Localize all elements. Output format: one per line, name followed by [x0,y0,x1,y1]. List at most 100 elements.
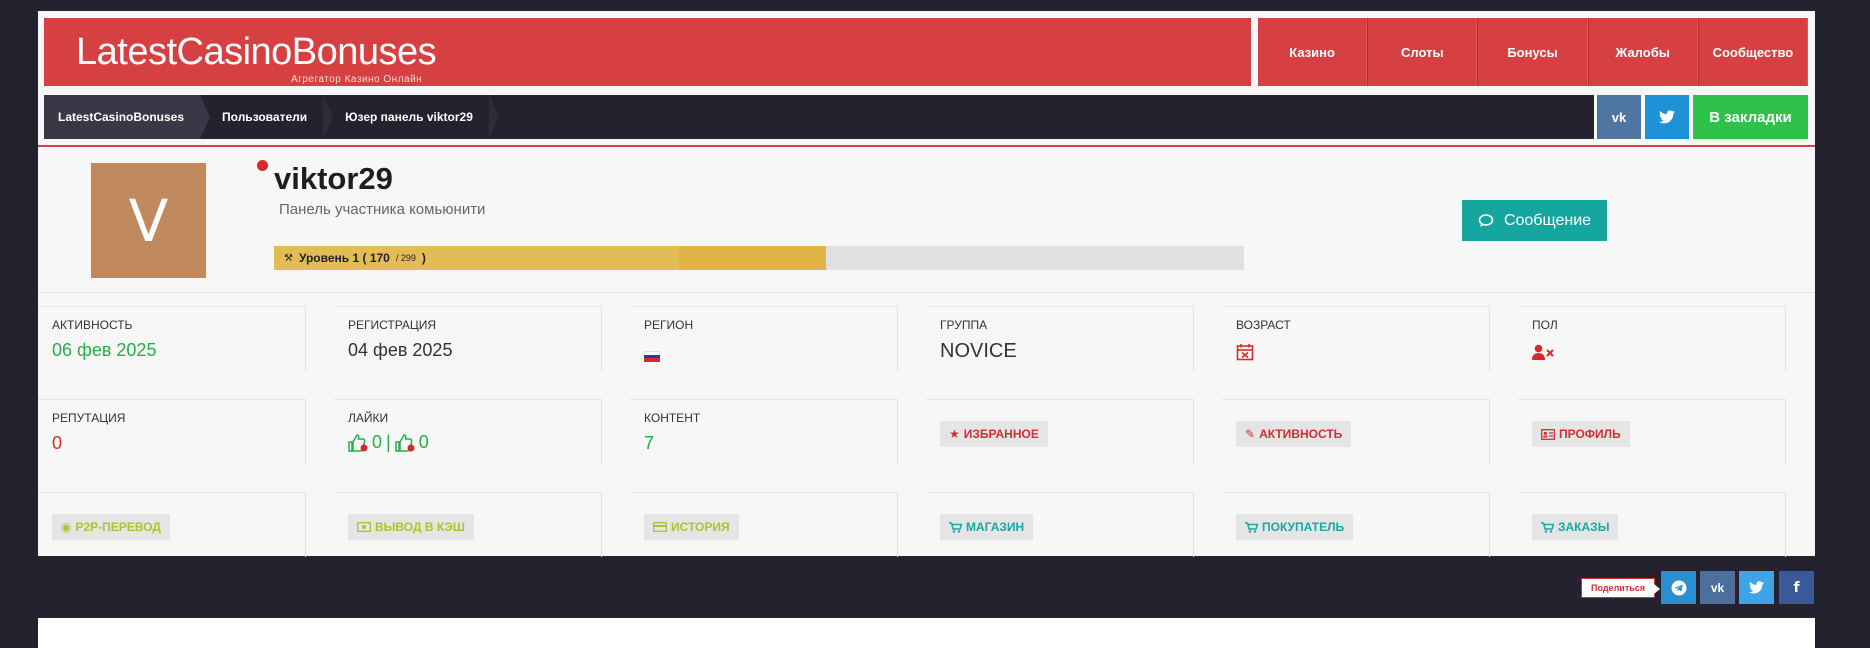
stat-registration-label: РЕГИСТРАЦИЯ [348,318,437,332]
vk-icon: vk [1710,580,1725,595]
content-area [38,618,1815,648]
star-icon: ★ [949,427,960,441]
stat-group-label: ГРУППА [940,318,988,332]
cell-cashout: ВЫВОД В КЭШ [334,492,602,557]
nav-bonuses[interactable]: Бонусы [1477,18,1588,86]
credit-card-icon [653,522,667,532]
username: viktor29 [274,161,393,196]
stat-reputation-value: 0 [52,433,63,453]
logo-banner[interactable]: LatestCasinoBonuses Агрегатор Казино Онл… [44,18,1251,86]
cell-history: ИСТОРИЯ [630,492,898,557]
profile-label: ПРОФИЛЬ [1559,427,1621,441]
stat-reputation: РЕПУТАЦИЯ 0 [38,399,306,464]
share-twitter-button[interactable] [1739,571,1774,604]
buyer-label: ПОКУПАТЕЛЬ [1262,520,1345,534]
stat-likes-label: ЛАЙКИ [348,411,389,425]
stat-activity-label: АКТИВНОСТЬ [52,318,133,332]
chat-icon [1478,213,1494,227]
cell-buyer: ПОКУПАТЕЛЬ [1222,492,1490,557]
cashout-label: ВЫВОД В КЭШ [375,520,465,534]
id-card-icon [1541,428,1555,440]
level-icon: ⚒ [284,252,293,264]
breadcrumb-users[interactable]: Пользователи [200,95,334,139]
likes-down-count: 0 [418,432,429,452]
thumbs-down-icon [394,433,415,452]
twitter-icon [1659,110,1675,124]
cell-orders: ЗАКАЗЫ [1518,492,1786,557]
send-message-button[interactable]: Сообщение [1462,200,1607,241]
user-x-icon [1532,344,1554,360]
share-facebook-button[interactable]: f [1779,571,1814,604]
favorites-label: ИЗБРАННОЕ [963,427,1039,441]
stat-content-label: КОНТЕНТ [644,411,701,425]
stat-activity: АКТИВНОСТЬ 06 фев 2025 [38,306,306,371]
nav-community[interactable]: Сообщество [1697,18,1809,86]
p2p-transfer-button[interactable]: ◉ P2P-ПЕРЕВОД [52,514,170,540]
nav-casino[interactable]: Казино [1258,18,1368,86]
share-vk-button[interactable]: vk [1700,571,1735,604]
stat-activity-value: 06 фев 2025 [52,340,157,360]
twitter-icon [1749,581,1764,594]
profile-subtitle: Панель участника комьюнити [279,201,486,218]
profile-panel [38,11,1815,556]
twitter-follow-button[interactable] [1645,95,1689,139]
cell-profile: ПРОФИЛЬ [1518,399,1786,464]
favorites-button[interactable]: ★ ИЗБРАННОЕ [940,421,1048,447]
stat-likes-value: 0 | 0 [348,432,429,453]
logo-title: LatestCasinoBonuses [76,31,437,73]
section-divider [38,292,1815,293]
cell-activity: ✎ АКТИВНОСТЬ [1222,399,1490,464]
stat-gender-label: ПОЛ [1532,318,1558,332]
stat-age: ВОЗРАСТ [1222,306,1490,371]
status-indicator [257,160,268,171]
stat-age-label: ВОЗРАСТ [1236,318,1291,332]
share-label: Поделиться [1581,578,1661,598]
stat-group: ГРУППА NOVICE [926,306,1194,371]
cell-p2p: ◉ P2P-ПЕРЕВОД [38,492,306,557]
level-value: Уровень 1 ( 170 [298,251,390,265]
shop-button[interactable]: МАГАЗИН [940,514,1034,540]
calendar-x-icon [1236,344,1254,361]
activity-label: АКТИВНОСТЬ [1259,427,1343,441]
stat-reputation-label: РЕПУТАЦИЯ [52,411,126,425]
share-telegram-button[interactable] [1661,571,1696,604]
stat-region-label: РЕГИОН [644,318,694,332]
avatar: V [91,163,206,278]
facebook-icon: f [1793,579,1800,596]
vk-follow-button[interactable]: vk [1597,95,1641,139]
nav-complaints[interactable]: Жалобы [1587,18,1698,86]
cart-icon [1541,521,1554,533]
header-divider [38,145,1815,147]
level-max: / 299 [395,253,416,263]
stat-content-value: 7 [644,433,655,453]
cell-shop: МАГАЗИН [926,492,1194,557]
money-icon [357,522,371,532]
breadcrumb-home[interactable]: LatestCasinoBonuses [44,95,211,139]
stat-registration-value: 04 фев 2025 [348,340,453,360]
level-label: ⚒ Уровень 1 ( 170 / 299 ) [284,246,426,270]
shop-label: МАГАЗИН [966,520,1025,534]
vk-icon: vk [1611,109,1627,125]
cart-icon [949,521,962,533]
send-message-label: Сообщение [1503,211,1592,229]
level-progress-bar: ⚒ Уровень 1 ( 170 / 299 ) [274,246,1244,270]
top-nav: Казино Слоты Бонусы Жалобы Сообщество [1258,18,1809,86]
likes-separator: | [386,432,391,452]
buyer-button[interactable]: ПОКУПАТЕЛЬ [1236,514,1354,540]
nav-slots[interactable]: Слоты [1367,18,1478,86]
thumbs-up-icon [348,433,368,452]
breadcrumb: LatestCasinoBonuses Пользователи Юзер па… [44,95,1594,139]
cashout-button[interactable]: ВЫВОД В КЭШ [348,514,474,540]
history-button[interactable]: ИСТОРИЯ [644,514,739,540]
orders-button[interactable]: ЗАКАЗЫ [1532,514,1619,540]
logo-subtitle: Агрегатор Казино Онлайн [291,74,423,85]
bookmark-button[interactable]: В закладки [1693,95,1808,139]
breadcrumb-current[interactable]: Юзер панель viktor29 [323,95,499,139]
cell-favorites: ★ ИЗБРАННОЕ [926,399,1194,464]
profile-button[interactable]: ПРОФИЛЬ [1532,421,1630,447]
activity-button[interactable]: ✎ АКТИВНОСТЬ [1236,421,1352,447]
level-close: ) [421,251,426,265]
telegram-icon [1671,580,1686,595]
likes-up-count: 0 [372,432,383,452]
cart-icon [1245,521,1258,533]
